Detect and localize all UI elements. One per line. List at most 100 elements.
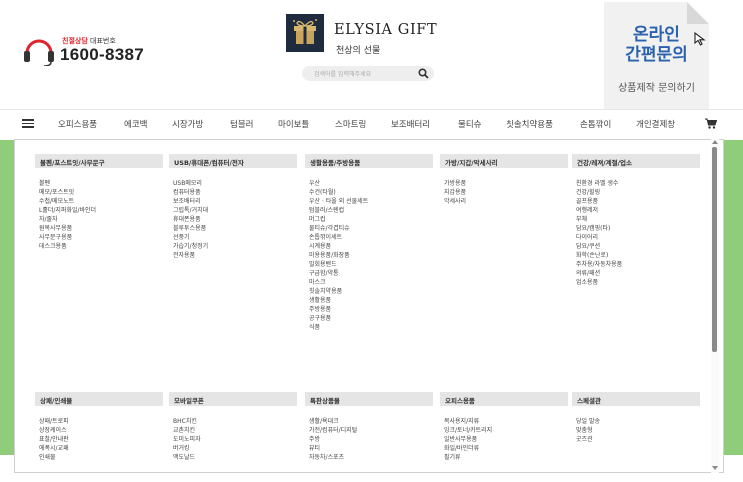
category-link[interactable]: 표찰/안내판	[35, 435, 163, 444]
category-link[interactable]: 공구용품	[305, 314, 433, 323]
category-link[interactable]: 휴대폰용품	[169, 215, 297, 224]
scroll-down-arrow-icon[interactable]	[712, 466, 718, 470]
nav-item-personal-payment[interactable]: 개인결제창	[636, 118, 675, 130]
online-inquiry-banner[interactable]: 온라인 간편문의 상품제작 문의하기	[604, 2, 709, 110]
category-link[interactable]: 주방	[305, 435, 433, 444]
nav-item-ecobag[interactable]: 에코백	[124, 118, 147, 130]
category-link[interactable]: 우산 · 타올 외 선물세트	[305, 197, 433, 206]
category-title[interactable]: 모바일쿠폰	[169, 392, 297, 406]
category-link[interactable]: 건강/힐링	[572, 188, 700, 197]
category-link[interactable]: 복사용지/지류	[440, 417, 568, 426]
nav-item-nail-clipper[interactable]: 손톱깎이	[580, 118, 611, 130]
category-link[interactable]: 수건(타월)	[305, 188, 433, 197]
category-link[interactable]: 마스크	[305, 278, 433, 287]
hamburger-menu-icon[interactable]	[22, 119, 34, 128]
category-link[interactable]: 사무문구용품	[35, 233, 163, 242]
category-link[interactable]: 화학(손난로)	[572, 251, 700, 260]
nav-item-my-bottle[interactable]: 마이보틀	[278, 118, 309, 130]
category-link[interactable]: 잉크/토너/카트리지	[440, 426, 568, 435]
nav-item-power-bank[interactable]: 보조배터리	[391, 118, 430, 130]
category-link[interactable]: 메모/포스트잇	[35, 188, 163, 197]
category-link[interactable]: 굿즈관	[572, 435, 700, 444]
category-link[interactable]: 생활/욕대크	[305, 417, 433, 426]
category-link[interactable]: 손톱깎이세트	[305, 233, 433, 242]
category-title[interactable]: 스페셜관	[572, 392, 700, 406]
nav-item-toothbrush[interactable]: 칫솔치약용품	[506, 118, 553, 130]
nav-item-smart-ring[interactable]: 스마트링	[335, 118, 366, 130]
category-link[interactable]: 텀블러/스텐컵	[305, 206, 433, 215]
category-title[interactable]: 볼펜/포스트잇/사무문구	[35, 154, 163, 168]
category-link[interactable]: 컴퓨터용품	[169, 188, 297, 197]
nav-item-office[interactable]: 오피스용품	[58, 118, 97, 130]
category-link[interactable]: L홀더/지퍼화일/바인더	[35, 206, 163, 215]
category-link[interactable]: BHC치킨	[169, 417, 297, 426]
search-bar[interactable]: 검색어를 입력해주세요	[302, 66, 434, 81]
category-title[interactable]: 가방/지갑/악세사리	[440, 154, 568, 168]
category-link[interactable]: 블루투스용품	[169, 224, 297, 233]
category-link[interactable]: 구급함/약통	[305, 269, 433, 278]
category-link[interactable]: 그립톡/거치대	[169, 206, 297, 215]
category-link[interactable]: 수첩/메모노트	[35, 197, 163, 206]
category-link[interactable]: 미용용품/화장품	[305, 251, 433, 260]
category-link[interactable]: 칫솔치약용품	[305, 287, 433, 296]
category-link[interactable]: 필기류	[440, 453, 568, 462]
category-link[interactable]: 부채	[572, 215, 700, 224]
category-link[interactable]: 물티슈/각겹티슈	[305, 224, 433, 233]
scrollbar-thumb[interactable]	[712, 147, 717, 352]
site-logo[interactable]: ELYSIA GIFT 천상의 선물	[286, 14, 466, 62]
nav-item-market-bag[interactable]: 시장가방	[172, 118, 203, 130]
category-link[interactable]: 인쇄물	[35, 453, 163, 462]
category-link[interactable]: 가방용품	[440, 179, 568, 188]
category-link[interactable]: 상패/트로피	[35, 417, 163, 426]
customer-service-contact[interactable]: 친절상담 대표번호 1600-8387	[22, 34, 172, 74]
category-link[interactable]: 생활용품	[305, 296, 433, 305]
category-link[interactable]: 맞춤형	[572, 426, 700, 435]
category-link[interactable]: 상장케이스	[35, 426, 163, 435]
category-title[interactable]: USB/휴대폰/컴퓨터/전자	[169, 154, 297, 168]
category-link[interactable]: 맥도날드	[169, 453, 297, 462]
category-title[interactable]: 상패/인쇄물	[35, 392, 163, 406]
category-link[interactable]: 지갑용품	[440, 188, 568, 197]
category-link[interactable]: 자/줄자	[35, 215, 163, 224]
category-title[interactable]: 특판상품몰	[305, 392, 433, 406]
category-link[interactable]: 원목사무용품	[35, 224, 163, 233]
category-link[interactable]: 전자용품	[169, 251, 297, 260]
category-link[interactable]: 담요/쿠션	[572, 242, 700, 251]
category-link[interactable]: 에폭시/교패	[35, 444, 163, 453]
category-link[interactable]: 데스크용품	[35, 242, 163, 251]
category-link[interactable]: 주방용품	[305, 305, 433, 314]
category-link[interactable]: 우산	[305, 179, 433, 188]
nav-item-tumbler[interactable]: 텀블러	[230, 118, 253, 130]
category-link[interactable]: 볼펜	[35, 179, 163, 188]
category-link[interactable]: USB메모리	[169, 179, 297, 188]
scroll-up-arrow-icon[interactable]	[712, 140, 718, 144]
category-link[interactable]: 골프용품	[572, 197, 700, 206]
search-input[interactable]: 검색어를 입력해주세요	[314, 69, 371, 78]
category-link[interactable]: 머그컵	[305, 215, 433, 224]
category-link[interactable]: 악세사리	[440, 197, 568, 206]
category-link[interactable]: 다이어리	[572, 233, 700, 242]
category-title[interactable]: 건강/레져/계절/업소	[572, 154, 700, 168]
category-link[interactable]: 뷰티	[305, 444, 433, 453]
category-link[interactable]: 친환경 라벨 생수	[572, 179, 700, 188]
category-link[interactable]: 여행레저	[572, 206, 700, 215]
category-link[interactable]: 자동차/스포츠	[305, 453, 433, 462]
category-link[interactable]: 일반사무용품	[440, 435, 568, 444]
category-link[interactable]: 도미노피자	[169, 435, 297, 444]
mega-menu-scrollbar[interactable]	[711, 139, 719, 473]
category-link[interactable]: 당일 발송	[572, 417, 700, 426]
category-title[interactable]: 생활용품/주방용품	[305, 154, 433, 168]
category-link[interactable]: 선풍기	[169, 233, 297, 242]
category-link[interactable]: 식품	[305, 323, 433, 332]
category-title[interactable]: 오피스용품	[440, 392, 568, 406]
cart-icon[interactable]	[705, 118, 717, 129]
nav-item-wet-tissue[interactable]: 물티슈	[458, 118, 481, 130]
category-link[interactable]: 교촌치킨	[169, 426, 297, 435]
category-link[interactable]: 화일/바인더류	[440, 444, 568, 453]
category-link[interactable]: 시계용품	[305, 242, 433, 251]
category-link[interactable]: 업소용품	[572, 278, 700, 287]
category-link[interactable]: 담요/캠핑(타)	[572, 224, 700, 233]
search-icon[interactable]	[418, 68, 429, 79]
category-link[interactable]: 의류/패션	[572, 269, 700, 278]
category-link[interactable]: 주차용/자동차용품	[572, 260, 700, 269]
